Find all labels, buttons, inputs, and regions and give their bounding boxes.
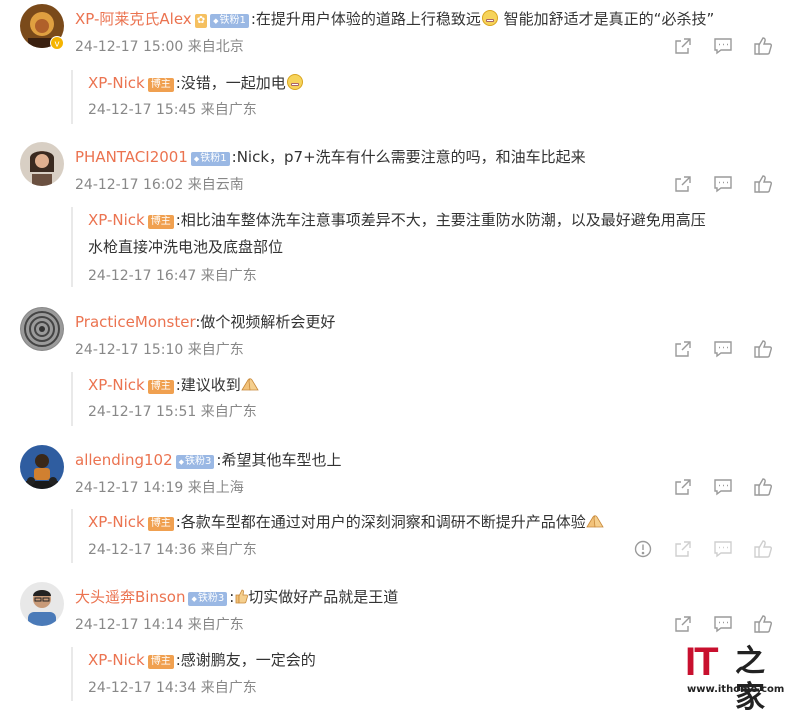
pray-emoji-icon (586, 515, 604, 528)
fan-badge[interactable]: 铁粉3 (188, 592, 228, 606)
reply: XP-Nick 博主:没错，一起加电 24-12-17 15:45 来自广东 (71, 70, 773, 124)
comment-text: 切实做好产品就是王道 (248, 588, 399, 606)
reply-meta: 24-12-17 16:47 来自广东 (88, 268, 257, 284)
grin-emoji-icon (286, 74, 303, 90)
comment-meta: 24-12-17 15:10 来自广东 (75, 342, 244, 358)
reply-body: XP-Nick 博主:没错，一起加电 (88, 70, 773, 96)
reply-meta: 24-12-17 14:36 来自广东 (88, 542, 257, 558)
like-icon[interactable] (753, 477, 773, 497)
comment-meta: 24-12-17 14:19 来自上海 (75, 480, 244, 496)
host-badge: 博主 (147, 215, 174, 229)
ithome-watermark: IT 之家 www.ithome.com (685, 640, 784, 715)
comment-actions (673, 614, 773, 634)
comment-icon[interactable] (713, 614, 733, 634)
fan-badge[interactable]: 铁粉1 (210, 14, 249, 28)
reply: XP-Nick 博主:感谢鹏友，一定会的 24-12-17 14:34 来自广东 (71, 647, 773, 701)
share-icon[interactable] (673, 614, 693, 634)
comment-meta: 24-12-17 15:00 来自北京 (75, 39, 244, 55)
fan-badge[interactable]: 铁粉1 (190, 152, 230, 166)
fan-badge[interactable]: 铁粉3 (175, 455, 215, 469)
host-badge: 博主 (147, 380, 174, 394)
comment-actions (673, 339, 773, 359)
username-link[interactable]: XP-阿莱克氏Alex (75, 10, 192, 28)
comment-meta: 24-12-17 16:02 来自云南 (75, 177, 244, 193)
watermark-url: www.ithome.com (687, 684, 785, 695)
avatar[interactable] (20, 307, 64, 351)
verified-icon: v (50, 36, 64, 50)
comment-text: :在提升用户体验的道路上行稳致远 (250, 10, 481, 28)
comment-text: :做个视频解析会更好 (195, 313, 336, 331)
reply-body: XP-Nick 博主:相比油车整体洗车注意事项差异不大，主要注重防水防潮，以及最好… (88, 207, 773, 233)
comment-text-tail: 智能加舒适才是真正的“必杀技” (498, 10, 715, 28)
comment-actions (673, 36, 773, 56)
reply-username-link[interactable]: XP-Nick (88, 513, 145, 531)
reply: XP-Nick 博主:相比油车整体洗车注意事项差异不大，主要注重防水防潮，以及最好… (71, 207, 773, 287)
comment-actions (673, 174, 773, 194)
comment-icon[interactable] (713, 539, 733, 559)
like-icon[interactable] (753, 539, 773, 559)
comment-icon[interactable] (713, 36, 733, 56)
avatar[interactable] (20, 445, 64, 489)
reply-text: :建议收到 (175, 376, 241, 394)
watermark-home: 之家 (735, 644, 765, 715)
reply-text: :感谢鹏友，一定会的 (175, 651, 316, 669)
reply-meta: 24-12-17 15:45 来自广东 (88, 102, 257, 118)
username-link[interactable]: PHANTACI2001 (75, 148, 188, 166)
reply-text: :各款车型都在通过对用户的深刻洞察和调研不断提升产品体验 (175, 513, 586, 531)
comment-body: PHANTACI2001铁粉1:Nick，p7+洗车有什么需要注意的吗，和油车比… (75, 147, 586, 167)
comment-icon[interactable] (713, 174, 733, 194)
svg-text:v: v (54, 40, 60, 50)
comment-text: :希望其他车型也上 (216, 451, 342, 469)
like-icon[interactable] (753, 36, 773, 56)
host-badge: 博主 (147, 655, 174, 669)
reply-body: XP-Nick 博主:感谢鹏友，一定会的 (88, 647, 773, 673)
username-link[interactable]: allending102 (75, 451, 173, 469)
host-badge: 博主 (147, 78, 174, 92)
avatar[interactable] (20, 142, 64, 186)
comment-body: 大头遥奔Binson铁粉3:切实做好产品就是王道 (75, 587, 398, 607)
host-badge: 博主 (147, 517, 174, 531)
pray-emoji-icon (241, 378, 259, 391)
comment-icon[interactable] (713, 339, 733, 359)
comment-body: XP-阿莱克氏Alex✿铁粉1:在提升用户体验的道路上行稳致远 智能加舒适才是真… (75, 9, 714, 29)
comment-body: allending102铁粉3:希望其他车型也上 (75, 450, 341, 470)
reply-meta: 24-12-17 14:34 来自广东 (88, 680, 257, 696)
username-link[interactable]: PracticeMonster (75, 313, 195, 331)
reply-username-link[interactable]: XP-Nick (88, 74, 145, 92)
reply: XP-Nick 博主:各款车型都在通过对用户的深刻洞察和调研不断提升产品体验 24… (71, 509, 773, 563)
share-icon[interactable] (673, 339, 693, 359)
comment-meta: 24-12-17 14:14 来自广东 (75, 617, 244, 633)
comment-text: :Nick，p7+洗车有什么需要注意的吗，和油车比起来 (231, 148, 586, 166)
comment-body: PracticeMonster:做个视频解析会更好 (75, 312, 335, 332)
like-icon[interactable] (753, 614, 773, 634)
reply-username-link[interactable]: XP-Nick (88, 211, 145, 229)
share-icon[interactable] (673, 477, 693, 497)
reply-username-link[interactable]: XP-Nick (88, 376, 145, 394)
reply-body: XP-Nick 博主:建议收到 (88, 372, 773, 398)
share-icon[interactable] (673, 36, 693, 56)
award-icon: ✿ (194, 14, 208, 28)
share-icon[interactable] (673, 174, 693, 194)
username-link[interactable]: 大头遥奔Binson (75, 588, 185, 606)
comment-icon[interactable] (713, 477, 733, 497)
reply-text-line2: 水枪直接冲洗电池及底盘部位 (88, 238, 284, 256)
watermark-brand: IT (685, 640, 719, 684)
reply-text: :没错，一起加电 (175, 74, 286, 92)
grin-emoji-icon (481, 10, 498, 26)
reply-meta: 24-12-17 15:51 来自广东 (88, 404, 257, 420)
reply-actions (633, 539, 773, 559)
like-icon[interactable] (753, 174, 773, 194)
reply: XP-Nick 博主:建议收到 24-12-17 15:51 来自广东 (71, 372, 773, 426)
report-icon[interactable] (633, 539, 653, 559)
thumbs-up-emoji-icon (235, 589, 249, 604)
comment-actions (673, 477, 773, 497)
avatar[interactable] (20, 582, 64, 626)
reply-username-link[interactable]: XP-Nick (88, 651, 145, 669)
reply-body: XP-Nick 博主:各款车型都在通过对用户的深刻洞察和调研不断提升产品体验 (88, 509, 773, 535)
like-icon[interactable] (753, 339, 773, 359)
reply-text: :相比油车整体洗车注意事项差异不大，主要注重防水防潮，以及最好避免用高压 (175, 211, 706, 229)
share-icon[interactable] (673, 539, 693, 559)
